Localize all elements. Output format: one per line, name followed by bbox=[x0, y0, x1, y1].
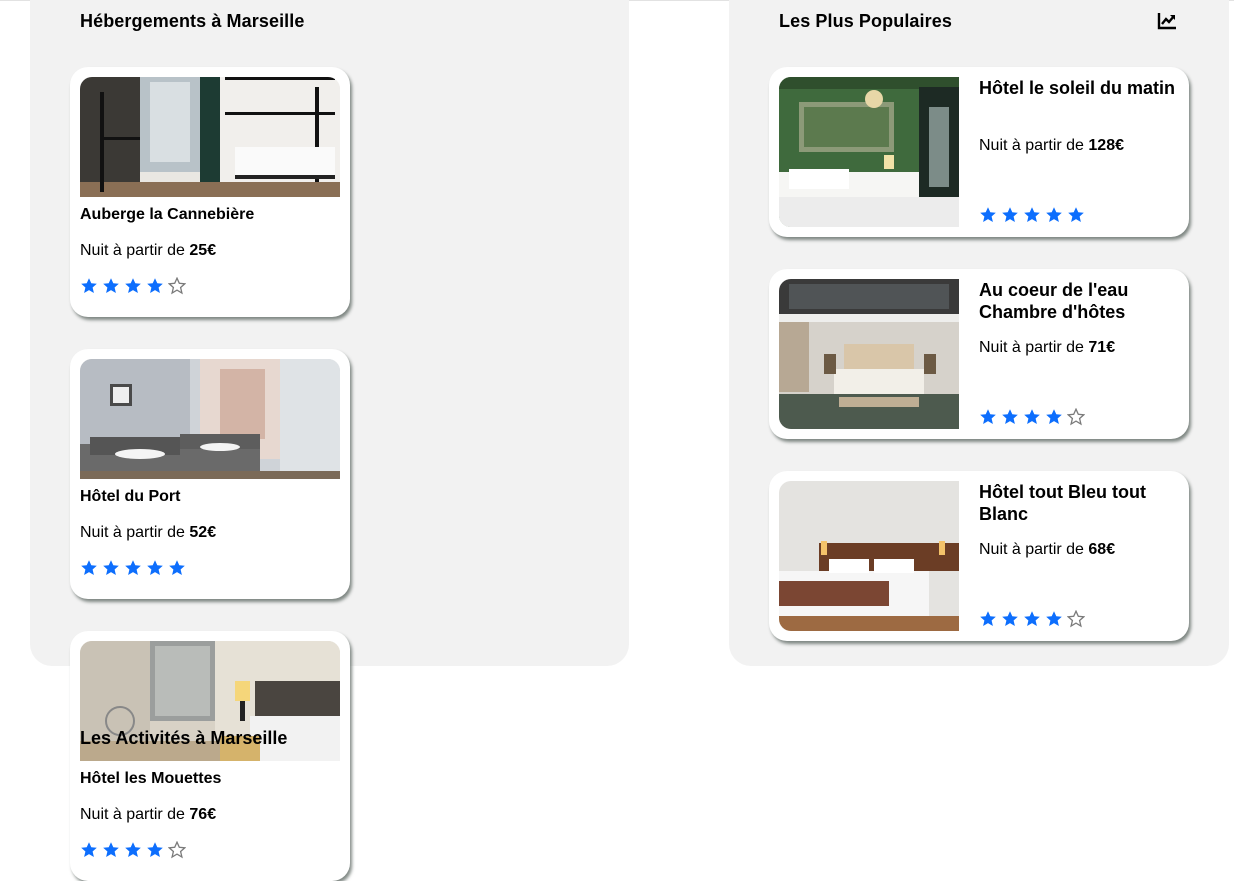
twin-bed-room-photo bbox=[80, 359, 340, 479]
star-filled-icon bbox=[980, 207, 996, 222]
star-filled-icon bbox=[103, 842, 119, 857]
hostel-bunk-room-photo bbox=[80, 77, 340, 197]
trending-up-icon bbox=[1157, 13, 1176, 30]
wood-headboard-bedroom-photo bbox=[779, 481, 959, 631]
star-filled-icon bbox=[980, 611, 996, 626]
star-empty-icon bbox=[1067, 610, 1085, 628]
price-value: 71€ bbox=[1088, 339, 1116, 356]
accommodation-card[interactable]: Hôtel du Port Nuit à partir de 52€ bbox=[70, 349, 350, 599]
green-wall-bedroom-photo bbox=[779, 77, 959, 227]
popular-hotel-card[interactable]: Hôtel tout Bleu tout Blanc Nuit à partir… bbox=[769, 471, 1189, 641]
star-filled-icon bbox=[81, 278, 97, 293]
hotel-price: Nuit à partir de 71€ bbox=[979, 339, 1116, 356]
star-filled-icon bbox=[147, 560, 163, 575]
activities-heading: Les Activités à Marseille bbox=[80, 728, 288, 748]
popular-hotel-card[interactable]: Hôtel le soleil du matin Nuit à partir d… bbox=[769, 67, 1189, 237]
hotel-name: Hôtel tout Bleu tout Blanc bbox=[979, 482, 1146, 524]
accommodation-price: Nuit à partir de 52€ bbox=[80, 524, 217, 541]
star-filled-icon bbox=[147, 842, 163, 857]
accommodation-name: Hôtel du Port bbox=[80, 488, 181, 505]
star-filled-icon bbox=[125, 842, 141, 857]
accommodation-card[interactable]: Hôtel les Mouettes Nuit à partir de 76€ bbox=[70, 631, 350, 881]
popular-hotel-card[interactable]: Au coeur de l'eau Chambre d'hôtes Nuit à… bbox=[769, 269, 1189, 439]
star-empty-icon bbox=[168, 277, 186, 295]
hotel-price: Nuit à partir de 128€ bbox=[979, 137, 1124, 154]
star-filled-icon bbox=[1002, 611, 1018, 626]
accommodation-price: Nuit à partir de 25€ bbox=[80, 242, 217, 259]
price-value: 52€ bbox=[189, 524, 217, 541]
price-value: 128€ bbox=[1088, 137, 1124, 154]
price-value: 68€ bbox=[1088, 541, 1116, 558]
hotel-name: Hôtel le soleil du matin bbox=[979, 78, 1176, 98]
star-filled-icon bbox=[81, 560, 97, 575]
hotel-name: Au coeur de l'eau Chambre d'hôtes bbox=[979, 280, 1129, 322]
star-filled-icon bbox=[1002, 409, 1018, 424]
star-filled-icon bbox=[980, 409, 996, 424]
star-rating bbox=[80, 277, 186, 295]
star-filled-icon bbox=[1024, 409, 1040, 424]
star-rating bbox=[979, 206, 1085, 224]
star-rating bbox=[80, 559, 186, 577]
accommodation-name: Auberge la Cannebière bbox=[80, 206, 255, 223]
star-filled-icon bbox=[169, 560, 185, 575]
star-empty-icon bbox=[168, 841, 186, 859]
star-empty-icon bbox=[1067, 408, 1085, 426]
star-filled-icon bbox=[1024, 611, 1040, 626]
star-rating bbox=[979, 408, 1085, 426]
star-filled-icon bbox=[1068, 207, 1084, 222]
star-filled-icon bbox=[103, 560, 119, 575]
accommodation-card[interactable]: Auberge la Cannebière Nuit à partir de 2… bbox=[70, 67, 350, 317]
price-value: 76€ bbox=[189, 806, 217, 823]
star-filled-icon bbox=[1024, 207, 1040, 222]
star-filled-icon bbox=[1046, 409, 1062, 424]
accommodation-name: Hôtel les Mouettes bbox=[80, 770, 222, 787]
star-rating bbox=[979, 610, 1085, 628]
accommodation-price: Nuit à partir de 76€ bbox=[80, 806, 217, 823]
star-filled-icon bbox=[103, 278, 119, 293]
star-filled-icon bbox=[125, 278, 141, 293]
popular-title: Les Plus Populaires bbox=[779, 11, 952, 31]
loft-bedroom-photo bbox=[779, 279, 959, 429]
star-filled-icon bbox=[147, 278, 163, 293]
star-rating bbox=[80, 841, 186, 859]
star-filled-icon bbox=[81, 842, 97, 857]
price-value: 25€ bbox=[189, 242, 217, 259]
star-filled-icon bbox=[125, 560, 141, 575]
star-filled-icon bbox=[1046, 207, 1062, 222]
hotel-price: Nuit à partir de 68€ bbox=[979, 541, 1116, 558]
accommodations-title: Hébergements à Marseille bbox=[80, 11, 305, 31]
star-filled-icon bbox=[1002, 207, 1018, 222]
star-filled-icon bbox=[1046, 611, 1062, 626]
